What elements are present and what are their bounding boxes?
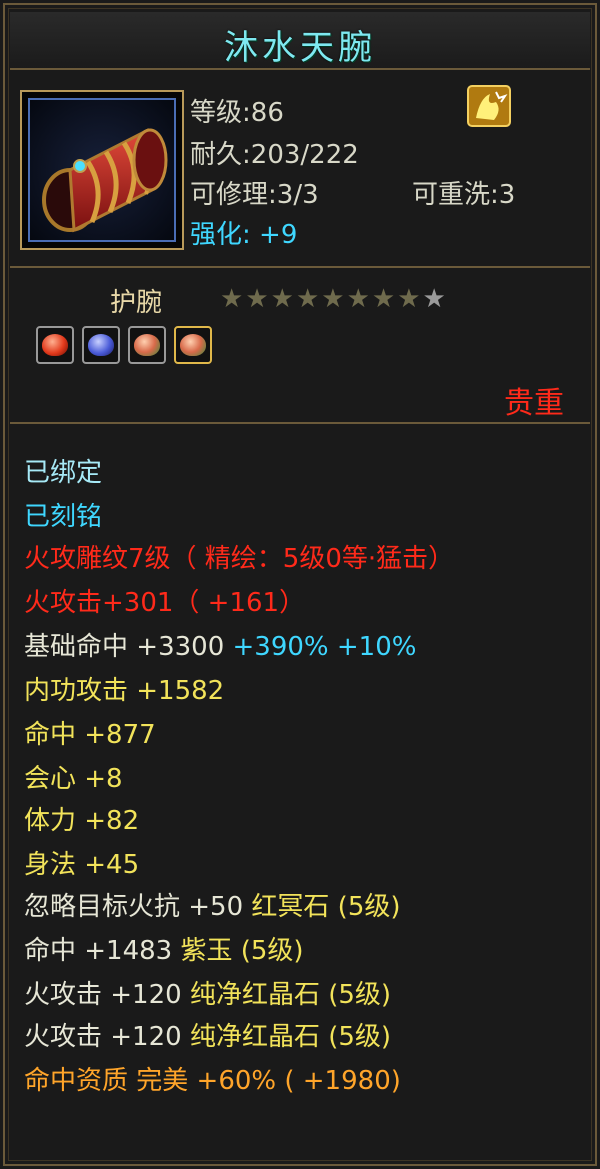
star-icon: ★	[422, 284, 446, 314]
red-green-gem-icon[interactable]	[174, 326, 212, 364]
rewashable-label: 可重洗	[412, 180, 491, 210]
star-icon: ★	[270, 284, 294, 314]
title-bar: 沐水天腕	[10, 12, 590, 70]
gem3-label: 火攻击 +120	[24, 980, 182, 1010]
enhance-label: 强化:	[190, 220, 251, 250]
crit-line: 会心 +8	[24, 764, 123, 794]
base-hit-pct2: +10%	[336, 632, 417, 662]
base-hit-value: +3300	[136, 632, 225, 662]
star-icon: ★	[245, 284, 269, 314]
star-icon: ★	[346, 284, 370, 314]
durability-stat: 耐久:203/222	[190, 140, 359, 170]
star-icon: ★	[371, 284, 396, 314]
enhance-value: +9	[259, 220, 298, 250]
star-icon: ★	[220, 284, 244, 314]
repairable-value: 3/3	[276, 180, 319, 210]
gem2-line: 命中 +1483 紫玉 (5级)	[24, 930, 304, 967]
fire-attack-line: 火攻击+301（ +161）	[24, 588, 306, 618]
item-name: 沐水天腕	[224, 28, 376, 68]
gem4-label: 火攻击 +120	[24, 1022, 182, 1052]
gem-slots	[36, 326, 212, 364]
gem2-name: 紫玉 (5级)	[180, 936, 304, 966]
divider	[10, 266, 590, 268]
base-hit-line: 基础命中 +3300 +390% +10%	[24, 626, 416, 663]
agility-line: 身法 +45	[24, 850, 140, 880]
base-hit-pct1: +390%	[232, 632, 329, 662]
gem3-name: 纯净红晶石 (5级)	[189, 980, 392, 1010]
star-rating: ★ ★ ★ ★ ★ ★ ★ ★ ★	[220, 286, 446, 312]
rewashable-stat: 可重洗:3	[412, 180, 516, 210]
bracer-icon	[28, 98, 176, 242]
gem2-label: 命中 +1483	[24, 936, 173, 966]
inner-attack-line: 内功攻击 +1582	[24, 676, 225, 706]
red-green-gem-icon[interactable]	[128, 326, 166, 364]
base-hit-label: 基础命中	[24, 632, 129, 662]
gold-fire-badge-icon	[466, 84, 512, 128]
red-gem-icon[interactable]	[36, 326, 74, 364]
repairable-stat: 可修理:3/3	[190, 180, 319, 210]
item-tooltip: 沐水天腕 等级:86 耐久:203/222 可修理:3/3 可重洗:3 强化: …	[0, 0, 600, 1169]
engraved-status: 已刻铭	[24, 502, 103, 532]
level-value: 86	[250, 98, 284, 128]
gem4-name: 纯净红晶石 (5级)	[189, 1022, 392, 1052]
rarity-label: 贵重	[504, 386, 564, 421]
quality-line: 命中资质 完美 +60% ( +1980)	[24, 1066, 401, 1096]
bound-status: 已绑定	[24, 458, 103, 488]
enhance-stat: 强化: +9	[190, 214, 297, 251]
item-icon-slot	[20, 90, 184, 250]
hit-line: 命中 +877	[24, 720, 156, 750]
stamina-line: 体力 +82	[24, 806, 140, 836]
gem1-name: 红冥石 (5级)	[251, 892, 401, 922]
durability-label: 耐久	[190, 140, 243, 170]
carving-line: 火攻雕纹7级（ 精绘：5级0等·猛击）	[24, 544, 455, 574]
star-icon: ★	[321, 284, 345, 314]
rewashable-value: 3	[498, 180, 516, 210]
gem4-line: 火攻击 +120 纯净红晶石 (5级)	[24, 1016, 391, 1053]
durability-value: 203/222	[250, 140, 359, 170]
item-type: 护腕	[110, 288, 163, 318]
gem1-label: 忽略目标火抗 +50	[24, 892, 244, 922]
star-icon: ★	[397, 284, 421, 314]
level-label: 等级	[190, 98, 243, 128]
star-icon: ★	[295, 284, 320, 314]
gem3-line: 火攻击 +120 纯净红晶石 (5级)	[24, 974, 391, 1011]
level-stat: 等级:86	[190, 98, 284, 128]
gem1-line: 忽略目标火抗 +50 红冥石 (5级)	[24, 886, 401, 923]
blue-gem-icon[interactable]	[82, 326, 120, 364]
repairable-label: 可修理	[190, 180, 269, 210]
